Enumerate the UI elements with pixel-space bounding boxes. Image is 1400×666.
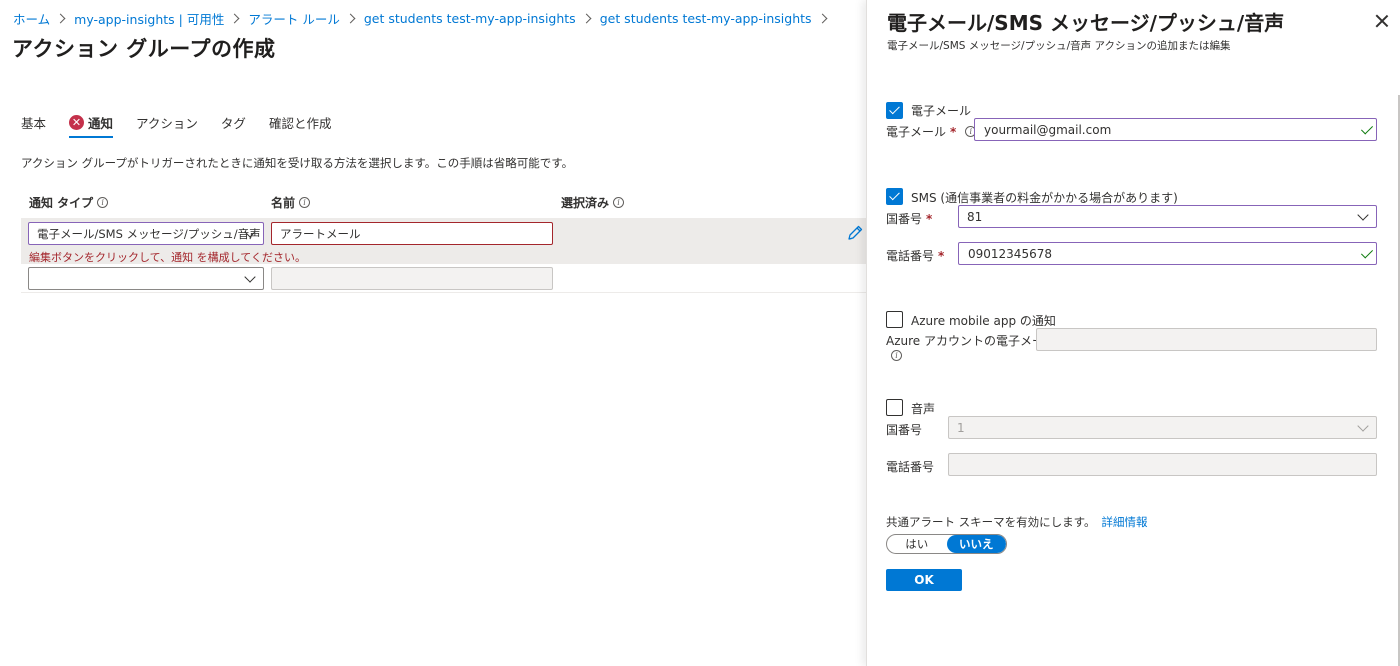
chevron-right-icon (55, 13, 66, 24)
sms-country-code-label: 国番号 * (886, 210, 932, 227)
more-options-button[interactable]: … (258, 36, 275, 55)
email-field[interactable]: yourmail@gmail.com (974, 118, 1377, 141)
page-title: アクション グループの作成 (12, 37, 276, 61)
edit-pencil-icon[interactable] (846, 224, 864, 242)
tab-label: 通知 (88, 116, 114, 131)
chevron-right-icon (345, 13, 356, 24)
label-text: Azure アカウントの電子メール (886, 334, 1056, 348)
info-icon[interactable]: i (299, 197, 311, 208)
row-divider (21, 292, 866, 293)
notification-name-input-empty (271, 267, 553, 290)
tab-label: 基本 (21, 116, 47, 131)
sms-checkbox[interactable] (886, 188, 903, 205)
azure-app-checkbox[interactable] (886, 311, 903, 328)
voice-phone-label: 電話番号 (886, 458, 934, 475)
breadcrumb-home[interactable]: ホーム (13, 9, 50, 28)
voice-phone-field (948, 453, 1377, 476)
chevron-down-icon (1357, 420, 1369, 432)
learn-more-link[interactable]: 詳細情報 (1102, 515, 1148, 529)
tab-notifications[interactable]: ✕ 通知 (69, 113, 114, 138)
column-header-label: 名前 (271, 196, 296, 210)
panel-title: 電子メール/SMS メッセージ/プッシュ/音声 (887, 11, 1285, 35)
input-value: 09012345678 (968, 246, 1052, 261)
column-header-label: 通知 タイプ (29, 196, 94, 210)
check-icon (1360, 246, 1374, 259)
breadcrumb: ホーム my-app-insights | 可用性 アラート ルール get s… (13, 9, 836, 28)
info-icon[interactable]: i (613, 197, 625, 208)
common-alert-schema-toggle: はい いいえ (886, 534, 1007, 554)
column-header-name: 名前 i (271, 194, 311, 211)
page-description: アクション グループがトリガーされたときに通知を受け取る方法を選択します。この手… (21, 156, 574, 170)
notification-name-input[interactable]: アラートメール (271, 222, 553, 245)
chevron-right-icon (229, 13, 240, 24)
notification-type-select[interactable]: 電子メール/SMS メッセージ/プッシュ/音声 (28, 222, 264, 245)
email-checkbox[interactable] (886, 102, 903, 119)
chevron-right-icon (817, 13, 827, 24)
close-icon[interactable] (1374, 13, 1390, 29)
select-value: 81 (967, 209, 983, 224)
voice-checkbox-label[interactable]: 音声 (911, 400, 935, 417)
tab-label: アクション (136, 116, 198, 131)
sms-phone-field[interactable]: 09012345678 (958, 242, 1377, 265)
label-text: 電話番号 (886, 460, 935, 474)
voice-country-code-label: 国番号 (886, 421, 922, 438)
check-icon (1360, 122, 1374, 135)
select-value: 電子メール/SMS メッセージ/プッシュ/音声 (37, 226, 261, 241)
toggle-option-yes[interactable]: はい (887, 535, 947, 553)
toggle-option-no[interactable]: いいえ (946, 535, 1006, 553)
required-marker: * (950, 124, 957, 139)
breadcrumb-alert-rules[interactable]: アラート ルール (248, 9, 339, 28)
azure-app-checkbox-label[interactable]: Azure mobile app の通知 (911, 312, 1056, 329)
sms-phone-label: 電話番号 * (886, 247, 944, 264)
ok-button[interactable]: OK (886, 569, 962, 591)
label-text: 国番号 (886, 212, 923, 226)
panel-subtitle: 電子メール/SMS メッセージ/プッシュ/音声 アクションの追加または編集 (887, 40, 1231, 52)
info-icon[interactable]: i (97, 197, 109, 208)
azure-account-email-label: Azure アカウントの電子メール (886, 332, 1056, 349)
validation-error-message: 編集ボタンをクリックして、通知 を構成してください。 (29, 251, 306, 264)
email-field-label: 電子メール * i (886, 123, 977, 140)
breadcrumb-alert-rule-detail[interactable]: get students test-my-app-insights (600, 11, 812, 26)
chevron-right-icon (581, 13, 592, 24)
tab-basics[interactable]: 基本 (21, 113, 46, 138)
notification-type-select-empty[interactable] (28, 267, 264, 290)
required-marker: * (938, 248, 945, 263)
column-header-label: 選択済み (561, 196, 610, 210)
common-alert-schema-label: 共通アラート スキーマを有効にします。 詳細情報 (886, 514, 1148, 530)
tab-label: タグ (220, 116, 246, 131)
voice-country-code-select: 1 (948, 416, 1377, 439)
notification-edit-panel: 電子メール/SMS メッセージ/プッシュ/音声 電子メール/SMS メッセージ/… (866, 0, 1400, 666)
chevron-down-icon (1357, 209, 1369, 221)
tab-bar: 基本 ✕ 通知 アクション タグ 確認と作成 (21, 113, 354, 138)
input-value: yourmail@gmail.com (984, 122, 1112, 137)
sms-country-code-select[interactable]: 81 (958, 205, 1377, 228)
tab-review-create[interactable]: 確認と作成 (269, 113, 332, 138)
tab-label: 確認と作成 (268, 116, 332, 131)
label-text: 電子メール (886, 125, 947, 139)
email-checkbox-label[interactable]: 電子メール (911, 102, 971, 119)
required-marker: * (926, 211, 933, 226)
sms-checkbox-label[interactable]: SMS (通信事業者の料金がかかる場合があります) (911, 189, 1178, 206)
select-value: 1 (957, 420, 965, 435)
input-value: アラートメール (280, 226, 361, 241)
breadcrumb-alert-rule[interactable]: get students test-my-app-insights (364, 11, 576, 26)
column-header-selected: 選択済み i (561, 194, 625, 211)
error-icon: ✕ (69, 115, 85, 130)
label-text: 電話番号 (886, 249, 935, 263)
chevron-down-icon (244, 271, 256, 283)
info-icon[interactable]: i (891, 350, 902, 361)
tab-tags[interactable]: タグ (221, 113, 246, 138)
column-header-type: 通知 タイプ i (29, 194, 109, 211)
label-text: 共通アラート スキーマを有効にします。 (886, 515, 1096, 529)
voice-checkbox[interactable] (886, 399, 903, 416)
breadcrumb-app-insights[interactable]: my-app-insights | 可用性 (74, 9, 224, 28)
label-text: 国番号 (886, 423, 923, 437)
azure-account-email-field (1036, 328, 1377, 351)
tab-actions[interactable]: アクション (136, 113, 198, 138)
